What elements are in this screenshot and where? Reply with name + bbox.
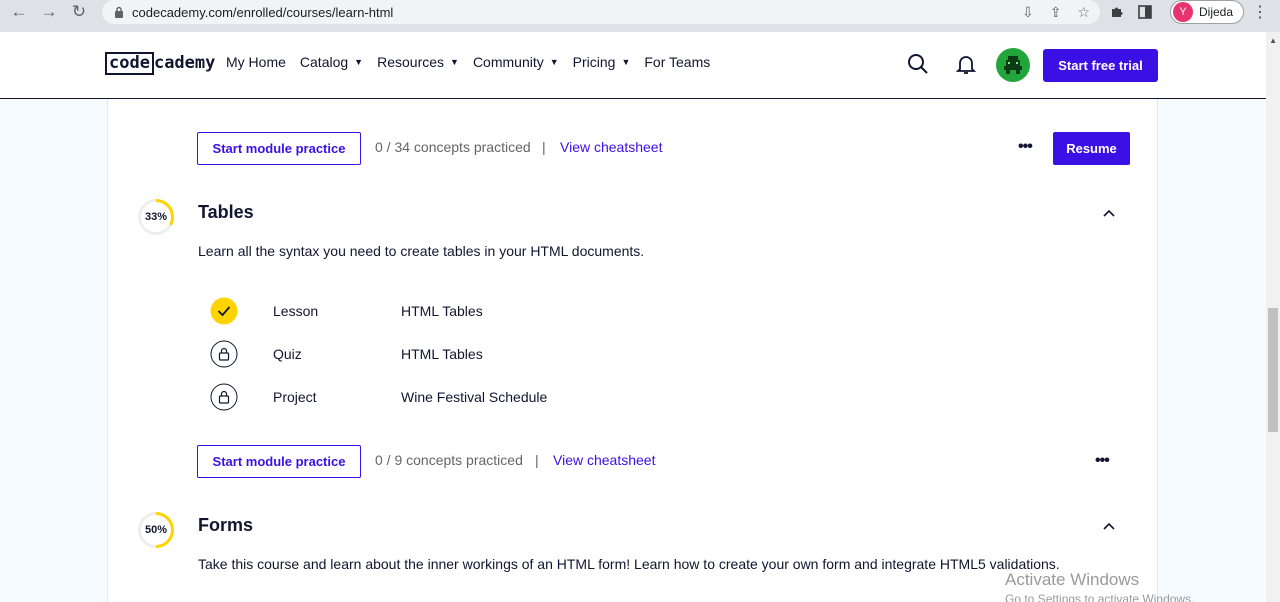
address-bar[interactable]: codecademy.com/enrolled/courses/learn-ht…: [102, 0, 1100, 24]
module-progress-ring: 50%: [137, 511, 175, 549]
start-module-practice-button[interactable]: Start module practice: [197, 445, 361, 478]
extensions-puzzle-icon[interactable]: [1110, 5, 1124, 19]
logo-code: code: [105, 52, 154, 75]
nav-catalog[interactable]: Catalog ▼: [300, 54, 363, 70]
pixel-avatar-icon: [1004, 56, 1022, 74]
start-free-trial-button[interactable]: Start free trial: [1043, 49, 1158, 82]
view-cheatsheet-link[interactable]: View cheatsheet: [553, 452, 655, 468]
activate-windows-watermark: Activate Windows: [1005, 570, 1140, 589]
activate-windows-subtitle: Go to Settings to activate Windows.: [1005, 592, 1195, 602]
bell-icon[interactable]: [954, 52, 978, 76]
module-progress-ring: 33%: [137, 198, 175, 236]
list-item[interactable]: Quiz HTML Tables: [210, 340, 810, 370]
scrollbar-thumb[interactable]: [1268, 308, 1278, 432]
chevron-up-icon[interactable]: [1101, 518, 1117, 534]
item-type: Quiz: [273, 346, 302, 362]
separator: |: [535, 452, 539, 468]
list-item[interactable]: Lesson HTML Tables: [210, 297, 810, 327]
nav-my-home[interactable]: My Home: [226, 54, 286, 70]
nav-community[interactable]: Community ▼: [473, 54, 559, 70]
site-header: code cademy My Home Catalog ▼ Resources ▼ C…: [0, 32, 1266, 99]
bookmark-star-icon[interactable]: ☆: [1077, 4, 1090, 21]
search-icon[interactable]: [906, 52, 930, 76]
lock-icon: [115, 6, 123, 18]
profile-chip[interactable]: Y Dijeda: [1170, 0, 1244, 24]
codecademy-logo[interactable]: code cademy: [105, 52, 215, 75]
progress-percent: 50%: [144, 524, 168, 536]
item-name: HTML Tables: [401, 346, 483, 362]
check-complete-icon: [210, 297, 238, 325]
caret-down-icon: ▼: [354, 57, 364, 67]
profile-avatar: Y: [1173, 2, 1193, 22]
concepts-practiced: 0 / 9 concepts practiced: [375, 452, 523, 468]
forward-icon[interactable]: →: [34, 0, 64, 24]
back-icon[interactable]: ←: [4, 0, 34, 24]
install-icon[interactable]: ⇩: [1022, 4, 1034, 21]
logo-rest: cademy: [153, 53, 216, 73]
profile-name: Dijeda: [1199, 5, 1234, 19]
caret-down-icon: ▼: [549, 57, 559, 67]
start-module-practice-button[interactable]: Start module practice: [197, 132, 361, 165]
concepts-practiced: 0 / 34 concepts practiced: [375, 139, 531, 155]
lock-icon: [210, 383, 238, 411]
browser-menu-icon[interactable]: ⋮: [1252, 2, 1268, 22]
module-description: Take this course and learn about the inn…: [198, 556, 1060, 572]
user-avatar[interactable]: [996, 48, 1030, 82]
chevron-up-icon[interactable]: [1101, 205, 1117, 221]
progress-percent: 33%: [144, 211, 168, 223]
item-name: HTML Tables: [401, 303, 483, 319]
view-cheatsheet-link[interactable]: View cheatsheet: [560, 139, 662, 155]
caret-down-icon: ▼: [621, 57, 631, 67]
nav-resources[interactable]: Resources ▼: [377, 54, 459, 70]
share-icon[interactable]: ⇪: [1050, 4, 1062, 21]
list-item[interactable]: Project Wine Festival Schedule: [210, 383, 810, 413]
item-name: Wine Festival Schedule: [401, 389, 548, 405]
item-type: Lesson: [273, 303, 319, 319]
main-nav: My Home Catalog ▼ Resources ▼ Community ▼ P…: [226, 54, 710, 70]
more-options-icon[interactable]: •••: [1095, 452, 1110, 470]
nav-for-teams[interactable]: For Teams: [644, 54, 710, 70]
separator: |: [542, 139, 546, 155]
reload-icon[interactable]: ↻: [64, 0, 94, 24]
item-type: Project: [273, 389, 317, 405]
side-panel-icon[interactable]: [1138, 5, 1152, 19]
scroll-up-icon[interactable]: ▲: [1269, 36, 1277, 45]
browser-toolbar: ← → ↻ codecademy.com/enrolled/courses/le…: [0, 0, 1280, 32]
module-title[interactable]: Forms: [198, 515, 253, 536]
module-description: Learn all the syntax you need to create …: [198, 243, 645, 259]
nav-pricing[interactable]: Pricing ▼: [573, 54, 631, 70]
caret-down-icon: ▼: [450, 57, 459, 67]
module-title[interactable]: Tables: [198, 202, 254, 223]
lock-icon: [210, 340, 238, 368]
url-text: codecademy.com/enrolled/courses/learn-ht…: [132, 4, 394, 20]
resume-button[interactable]: Resume: [1053, 132, 1130, 165]
more-options-icon[interactable]: •••: [1018, 138, 1033, 156]
